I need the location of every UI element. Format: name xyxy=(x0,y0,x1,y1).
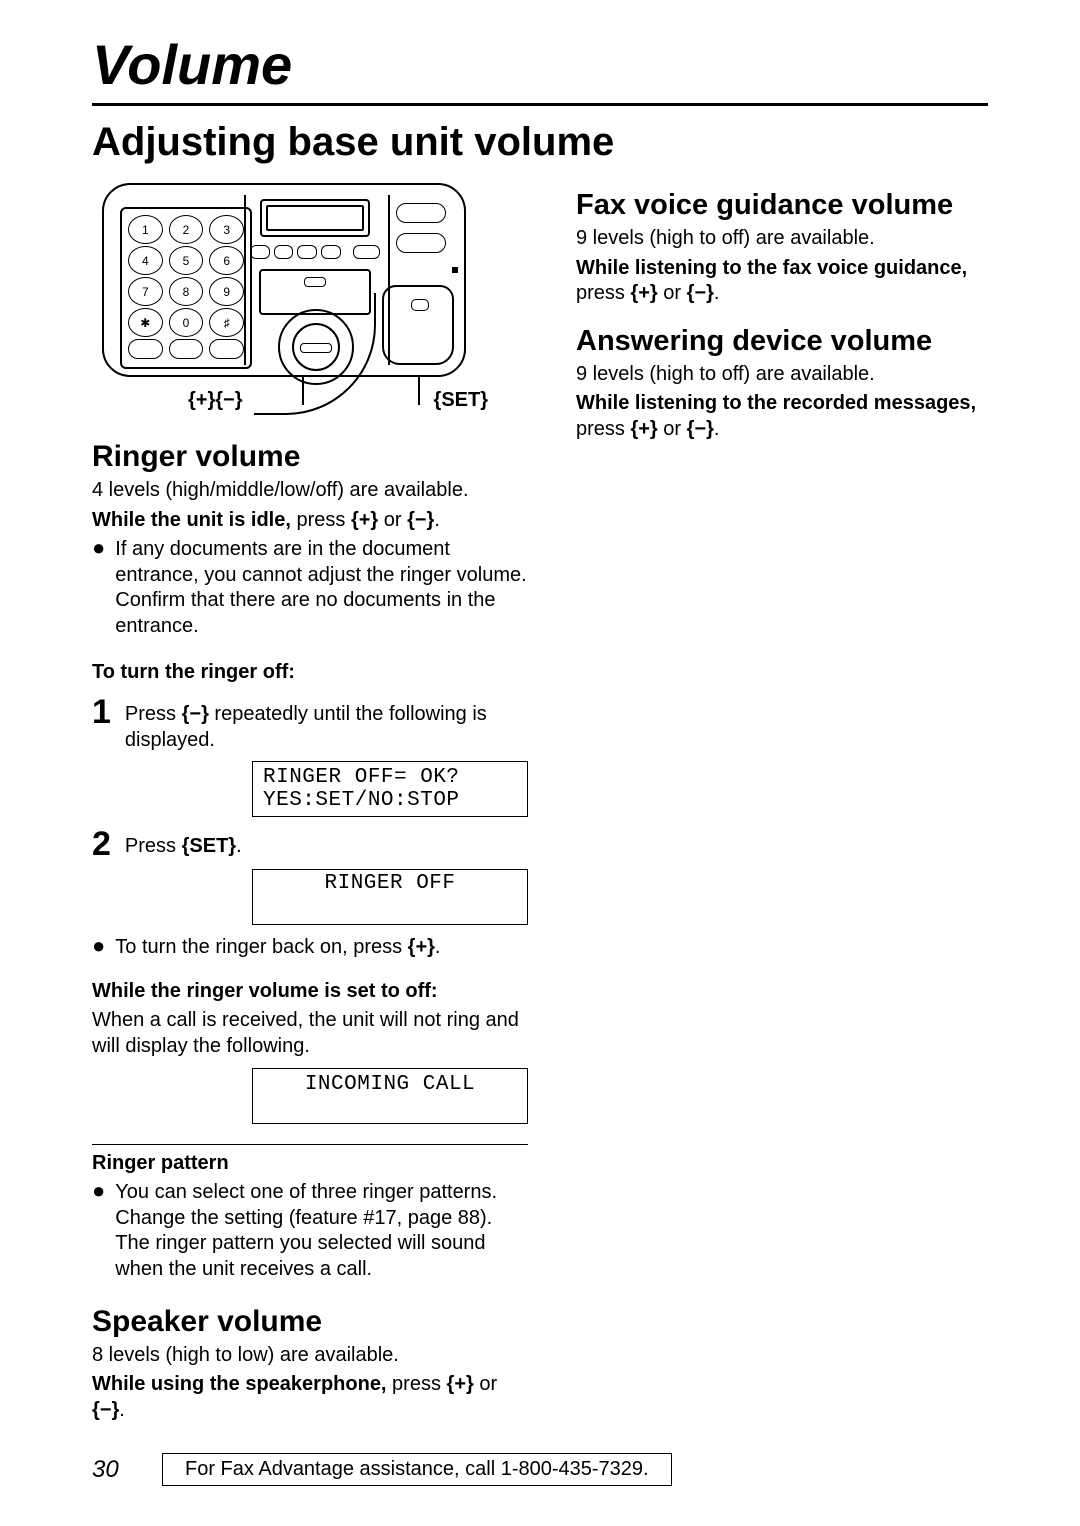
key-hash: ♯ xyxy=(209,308,244,337)
ans-bold-line: While listening to the recorded messages… xyxy=(576,391,988,417)
page-number: 30 xyxy=(92,1456,162,1484)
ringer-pattern-heading: Ringer pattern xyxy=(92,1151,528,1177)
turn-ringer-off-heading: To turn the ringer off: xyxy=(92,660,528,686)
ringer-pattern-bullet: ● You can select one of three ringer pat… xyxy=(92,1180,528,1282)
display-incoming-call: INCOMING CALL xyxy=(252,1068,528,1124)
footer-assist-text: For Fax Advantage assistance, call 1-800… xyxy=(162,1453,672,1486)
keypad: 1 2 3 4 5 6 7 8 9 ✱ 0 ♯ xyxy=(120,207,252,369)
label-set: {SET} xyxy=(434,389,488,412)
fax-levels-text: 9 levels (high to off) are available. xyxy=(576,226,988,252)
plus-key-symbol-5: {+} xyxy=(630,418,657,440)
answering-heading: Answering device volume xyxy=(576,325,988,358)
display-ringer-off-prompt: RINGER OFF= OK? YES:SET/NO:STOP xyxy=(252,761,528,817)
handset-icon xyxy=(382,285,454,365)
key-7: 7 xyxy=(128,277,163,306)
label-plus-minus: {+}{−} xyxy=(188,389,243,412)
key-5: 5 xyxy=(169,246,204,275)
ringer-pattern-text: You can select one of three ringer patte… xyxy=(115,1180,528,1282)
fax-press-word: press xyxy=(576,282,630,304)
ringer-levels-text: 4 levels (high/middle/low/off) are avail… xyxy=(92,478,528,504)
speaker-instruction: While using the speakerphone, press {+} … xyxy=(92,1372,528,1423)
ringer-note-text: If any documents are in the document ent… xyxy=(115,537,528,639)
ringer-press-word: press xyxy=(291,509,351,531)
set-key-symbol: {SET} xyxy=(182,835,236,857)
speaker-bold: While using the speakerphone, xyxy=(92,1373,387,1395)
dial-icon xyxy=(278,309,354,385)
speaker-levels-text: 8 levels (high to low) are available. xyxy=(92,1343,528,1369)
minus-key-symbol-3: {−} xyxy=(92,1399,119,1421)
title-rule xyxy=(92,103,988,106)
display-ringer-off: RINGER OFF xyxy=(252,869,528,925)
step-2: 2 Press {SET}. xyxy=(92,827,528,861)
while-ringer-off-heading: While the ringer volume is set to off: xyxy=(92,979,528,1005)
key-9: 9 xyxy=(209,277,244,306)
key-1: 1 xyxy=(128,215,163,244)
divider xyxy=(92,1144,528,1145)
key-6: 6 xyxy=(209,246,244,275)
key-4: 4 xyxy=(128,246,163,275)
fax-press-line: press {+} or {−}. xyxy=(576,281,988,307)
plus-key-symbol: {+} xyxy=(351,509,378,531)
fax-guidance-heading: Fax voice guidance volume xyxy=(576,189,988,222)
plus-key-symbol-2: {+} xyxy=(408,936,435,958)
ringer-idle-instruction: While the unit is idle, press {+} or {−}… xyxy=(92,508,528,534)
minus-key-symbol-5: {−} xyxy=(687,418,714,440)
ringer-note-bullet: ● If any documents are in the document e… xyxy=(92,537,528,639)
minus-key-symbol: {−} xyxy=(407,509,434,531)
device-illustration: 1 2 3 4 5 6 7 8 9 ✱ 0 ♯ xyxy=(102,183,482,412)
while-ringer-off-body: When a call is received, the unit will n… xyxy=(92,1008,528,1059)
minus-key-symbol-4: {−} xyxy=(687,282,714,304)
plus-key-symbol-4: {+} xyxy=(630,282,657,304)
ringer-back-on-text: To turn the ringer back on, press xyxy=(115,936,407,958)
section-title: Adjusting base unit volume xyxy=(92,120,988,165)
step1-pre: Press xyxy=(125,703,182,725)
key-0: 0 xyxy=(169,308,204,337)
plus-key-symbol-3: {+} xyxy=(447,1373,474,1395)
minus-key-symbol-2: {−} xyxy=(182,703,209,725)
ringer-back-on-bullet: ● To turn the ringer back on, press {+}. xyxy=(92,935,528,961)
ans-levels-text: 9 levels (high to off) are available. xyxy=(576,362,988,388)
ringer-volume-heading: Ringer volume xyxy=(92,440,528,474)
key-8: 8 xyxy=(169,277,204,306)
fax-bold-line: While listening to the fax voice guidanc… xyxy=(576,256,988,282)
ans-press-word: press xyxy=(576,418,630,440)
step2-pre: Press xyxy=(125,835,182,857)
ans-press-line: press {+} or {−}. xyxy=(576,417,988,443)
step-1: 1 Press {−} repeatedly until the followi… xyxy=(92,695,528,753)
lcd-icon xyxy=(260,199,370,237)
key-3: 3 xyxy=(209,215,244,244)
speaker-press-word: press xyxy=(387,1373,447,1395)
speaker-volume-heading: Speaker volume xyxy=(92,1305,528,1339)
chapter-title: Volume xyxy=(92,32,988,97)
ringer-idle-bold: While the unit is idle, xyxy=(92,509,291,531)
key-2: 2 xyxy=(169,215,204,244)
key-star: ✱ xyxy=(128,308,163,337)
